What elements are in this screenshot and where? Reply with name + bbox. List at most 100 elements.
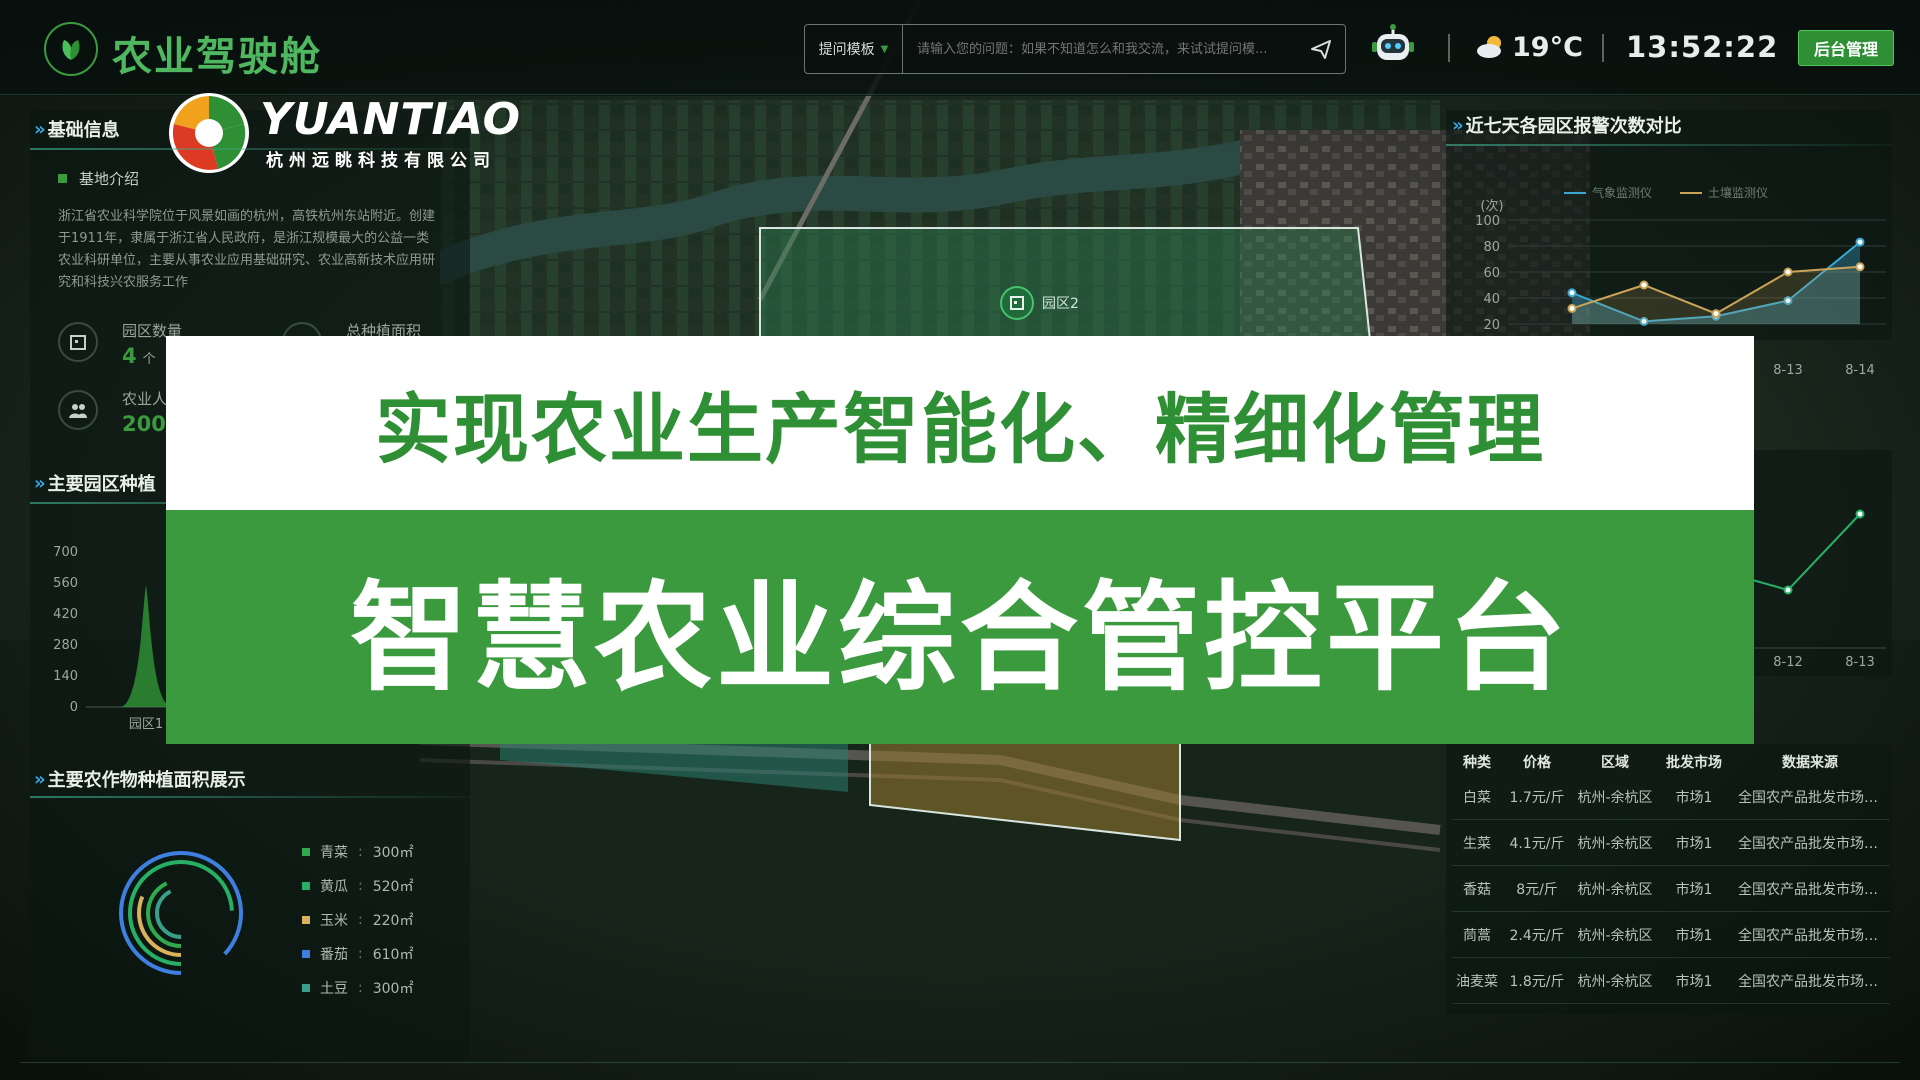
section-divider xyxy=(1446,144,1892,146)
crop-legend-item: 黄瓜 : 520㎡ xyxy=(302,876,413,896)
data-point xyxy=(1855,509,1865,519)
radial-rings xyxy=(119,851,243,975)
brand-logo-mark xyxy=(169,93,249,173)
double-arrow-icon: » xyxy=(34,472,45,494)
legend-swatch xyxy=(302,984,310,992)
data-point xyxy=(1567,288,1577,298)
x-tick: 园区1 xyxy=(129,717,163,732)
template-dropdown-label: 提问模板 xyxy=(818,42,875,58)
data-point xyxy=(1711,309,1721,319)
crop-ring xyxy=(155,887,207,939)
data-point xyxy=(1639,280,1649,290)
legend-swatch xyxy=(302,916,310,924)
x-tick: 8-12 xyxy=(1773,655,1803,670)
table-row[interactable]: 生菜 4.1元/斤 杭州-余杭区 市场1 全国农产品批发市场价... xyxy=(1452,820,1890,866)
data-point xyxy=(1855,237,1865,247)
base-intro-heading: 基地介绍 xyxy=(58,168,139,189)
brand-logo: YUANTIAO 杭州远眺科技有限公司 xyxy=(164,88,544,178)
table-row[interactable]: 油麦菜 1.8元/斤 杭州-余杭区 市场1 全国农产品批发市场价... xyxy=(1452,958,1890,1004)
table-row[interactable]: 白菜 1.7元/斤 杭州-余杭区 市场1 全国农产品批发市场价... xyxy=(1452,774,1890,820)
data-point xyxy=(1783,585,1793,595)
park-count-value: 4 个 xyxy=(122,344,156,368)
clock: 13:52:22 xyxy=(1626,30,1779,64)
data-point xyxy=(1855,262,1865,272)
zone-marker[interactable]: 园区2 xyxy=(1000,286,1079,320)
y-tick: 80 xyxy=(1483,240,1500,255)
table-row[interactable]: 茼蒿 2.4元/斤 杭州-余杭区 市场1 全国农产品批发市场价... xyxy=(1452,912,1890,958)
column-header: 批发市场 xyxy=(1666,755,1722,771)
weather-icon xyxy=(1476,34,1506,60)
farmer-count-value: 200 xyxy=(122,412,166,436)
alarm-series xyxy=(1567,237,1865,326)
data-point xyxy=(1567,303,1577,313)
data-point xyxy=(1783,267,1793,277)
crop-radial-chart xyxy=(119,851,243,975)
y-unit-label: (次) xyxy=(1480,198,1503,214)
crop-ring xyxy=(137,869,225,957)
crop-legend: 青菜 : 300㎡ 黄瓜 : 520㎡ 玉米 : 220㎡ 番茄 : 610㎡ … xyxy=(302,842,462,1002)
bullet-square-icon xyxy=(58,174,67,183)
legend-swatch xyxy=(302,882,310,890)
basic-info-title: » 基础信息 xyxy=(34,118,120,142)
template-dropdown[interactable]: 提问模板 ▼ xyxy=(805,25,903,73)
crop-legend-item: 青菜 : 300㎡ xyxy=(302,842,413,862)
x-tick: 8-13 xyxy=(1773,363,1803,378)
planting-peak xyxy=(120,585,172,707)
y-tick: 100 xyxy=(1475,214,1500,229)
y-tick: 700 xyxy=(53,545,78,560)
brand-name: YUANTIAO xyxy=(260,94,521,145)
y-tick: 60 xyxy=(1483,266,1500,281)
send-icon xyxy=(1311,40,1331,59)
admin-button[interactable]: 后台管理 xyxy=(1798,30,1894,66)
question-search-bar: 提问模板 ▼ xyxy=(804,24,1346,74)
x-tick: 8-14 xyxy=(1845,363,1875,378)
park-count-icon xyxy=(58,322,98,362)
base-intro-text: 浙江省农业科学院位于风景如画的杭州，高铁杭州东站附近。创建于1911年，隶属于浙… xyxy=(58,209,436,290)
crop-area-title: » 主要农作物种植面积展示 xyxy=(34,768,246,792)
banner-headline: 实现农业生产智能化、精细化管理 xyxy=(375,385,1545,474)
question-input[interactable] xyxy=(903,26,1297,72)
section-divider xyxy=(30,148,470,150)
y-tick: 560 xyxy=(53,576,78,591)
farmer-count-label: 农业人 xyxy=(122,390,168,408)
column-header: 价格 xyxy=(1523,755,1551,771)
double-arrow-icon: » xyxy=(1452,114,1463,136)
x-tick: 8-13 xyxy=(1845,655,1875,670)
send-button[interactable] xyxy=(1297,26,1345,72)
banner-bottom: 智慧农业综合管控平台 xyxy=(166,510,1754,744)
banner-platform-name: 智慧农业综合管控平台 xyxy=(349,568,1570,707)
separator xyxy=(1448,34,1450,62)
park-planting-title: » 主要园区种植 xyxy=(34,472,156,496)
app-logo-icon xyxy=(44,22,98,76)
weather-temperature: 19°C xyxy=(1512,32,1583,63)
alarm-chart-title: » 近七天各园区报警次数对比 xyxy=(1452,114,1682,138)
y-tick: 280 xyxy=(53,638,78,653)
bottom-frame-line xyxy=(20,1062,1900,1063)
column-header: 区域 xyxy=(1601,755,1629,771)
legend-swatch xyxy=(302,950,310,958)
crop-legend-item: 番茄 : 610㎡ xyxy=(302,944,413,964)
crop-ring xyxy=(128,860,234,966)
zone-marker-icon xyxy=(1000,286,1034,320)
farmer-count-icon xyxy=(58,390,98,430)
robot-assistant-icon[interactable] xyxy=(1370,24,1416,66)
y-tick: 420 xyxy=(53,607,78,622)
zone-marker-label: 园区2 xyxy=(1042,296,1079,312)
promo-banner: 实现农业生产智能化、精细化管理 智慧农业综合管控平台 xyxy=(166,336,1754,744)
crop-legend-item: 玉米 : 220㎡ xyxy=(302,910,413,930)
y-tick: 20 xyxy=(1483,318,1500,333)
section-divider xyxy=(30,796,470,798)
crop-legend-item: 土豆 : 300㎡ xyxy=(302,978,413,998)
dashboard-stage: 园区2 农业驾驶舱 提问模板 ▼ 19°C 13:52:22 后台管理 xyxy=(0,0,1920,1080)
legend-swatch xyxy=(302,848,310,856)
chevron-down-icon: ▼ xyxy=(880,43,889,55)
separator xyxy=(1602,34,1604,62)
y-axis-ticks: 700 560 420 280 140 0 xyxy=(53,545,78,715)
app-title: 农业驾驶舱 xyxy=(112,34,322,80)
double-arrow-icon: » xyxy=(34,118,45,140)
double-arrow-icon: » xyxy=(34,768,45,790)
banner-top: 实现农业生产智能化、精细化管理 xyxy=(166,336,1754,510)
y-tick: 40 xyxy=(1483,292,1500,307)
column-header: 种类 xyxy=(1463,755,1491,771)
table-row[interactable]: 香菇 8元/斤 杭州-余杭区 市场1 全国农产品批发市场价... xyxy=(1452,866,1890,912)
